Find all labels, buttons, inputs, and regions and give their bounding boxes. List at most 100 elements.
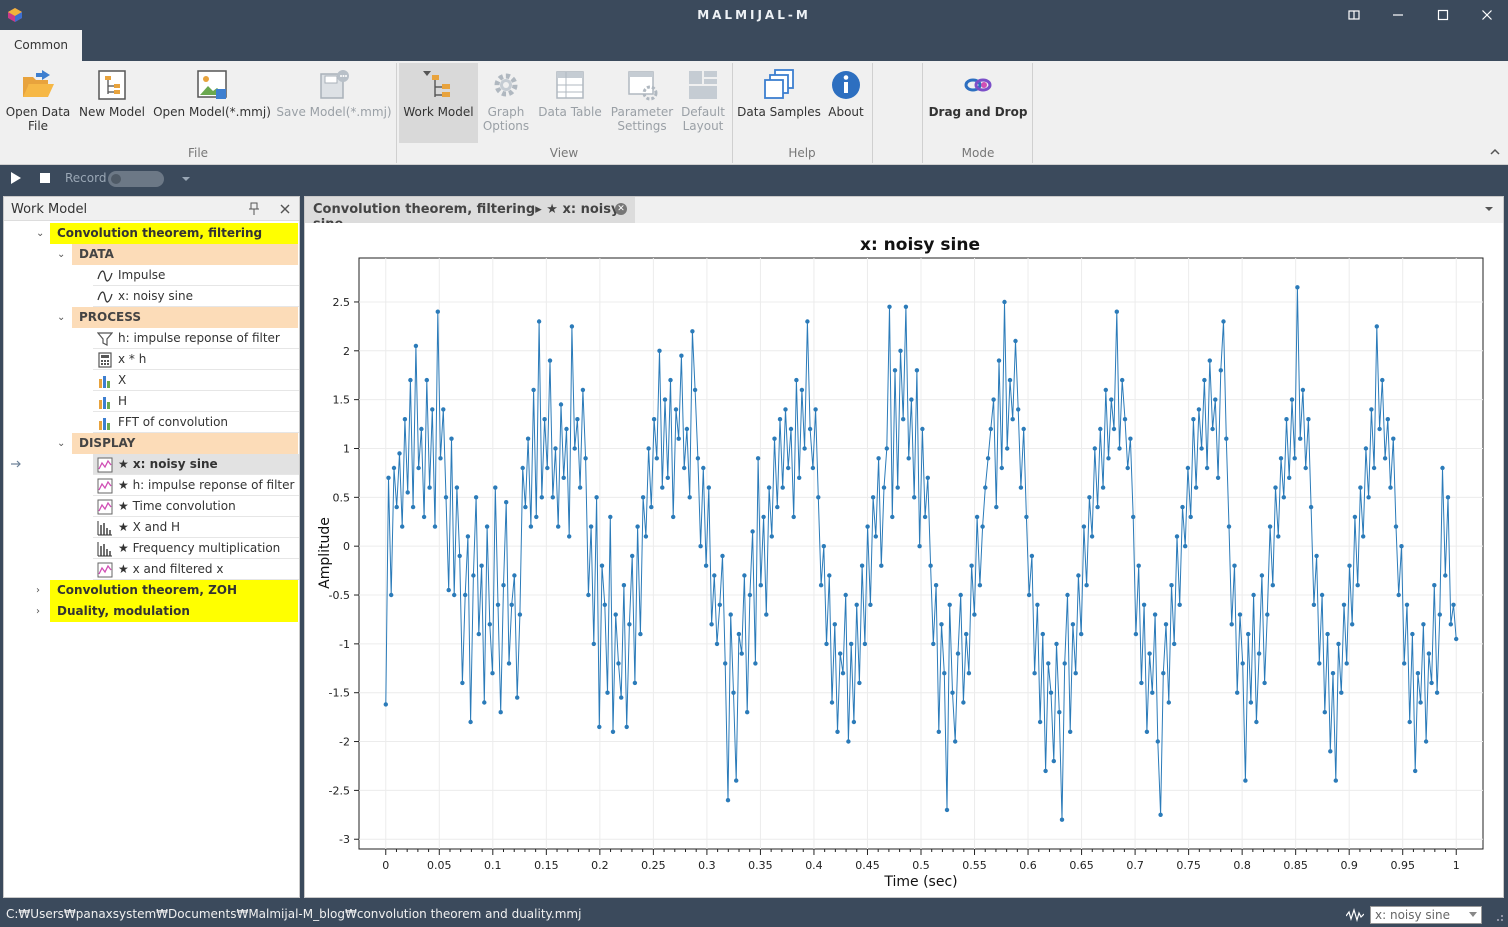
close-icon[interactable] — [1476, 5, 1498, 25]
default-layout-button[interactable]: Default Layout — [678, 63, 728, 143]
minimize-icon[interactable] — [1387, 5, 1409, 25]
data-point — [1276, 534, 1281, 539]
close-panel-icon[interactable] — [279, 203, 291, 215]
tree-item-display-x-and-h[interactable]: ★ X and H — [93, 517, 299, 538]
collapse-ribbon-icon[interactable] — [1488, 145, 1502, 159]
data-point — [1111, 426, 1117, 432]
tree-item-display-noisy-sine[interactable]: ★ x: noisy sine — [93, 454, 299, 475]
open-model-button[interactable]: Open Model(*.mmj) — [152, 63, 272, 143]
chevron-right-icon[interactable]: › — [36, 580, 40, 601]
tree-item-label: ★ Time convolution — [118, 499, 236, 513]
tree-item-display-time-convolution[interactable]: ★ Time convolution — [93, 496, 299, 517]
data-point — [460, 680, 465, 686]
tree-item-label: ★ X and H — [118, 520, 181, 534]
tree-project-row[interactable]: › Duality, modulation — [4, 601, 299, 622]
x-tick-label: 0.45 — [855, 859, 880, 872]
data-point — [446, 587, 451, 593]
data-point — [424, 377, 429, 383]
data-point — [432, 524, 438, 529]
graph-options-button[interactable]: Graph Options — [480, 63, 532, 143]
x-tick-label: 1 — [1453, 859, 1460, 872]
parameter-settings-button[interactable]: Parameter Settings — [608, 63, 676, 143]
ribbon-group-view: View — [549, 146, 579, 160]
tree-item-display-impulse-response[interactable]: ★ h: impulse reponse of filter — [93, 475, 299, 496]
record-dropdown-icon[interactable] — [180, 173, 192, 185]
data-table-button[interactable]: Data Table — [536, 63, 604, 143]
chart[interactable]: x: noisy sine -3 -2.5 -2 -1.5 -1 -0.5 0 0.5 1 1.5… — [305, 223, 1503, 897]
data-point — [909, 397, 914, 402]
document-tab[interactable]: Convolution theorem, filtering▸ ★ x: noi… — [305, 197, 635, 232]
data-point — [452, 592, 457, 598]
data-point — [1289, 397, 1295, 402]
record-toggle[interactable] — [108, 171, 164, 187]
data-point — [588, 524, 594, 529]
maximize-icon[interactable] — [1432, 5, 1454, 25]
data-point — [427, 485, 432, 490]
data-point — [627, 622, 632, 627]
tree-item-X[interactable]: X — [93, 370, 299, 391]
data-point — [1432, 583, 1437, 588]
x-tick-label: 0.1 — [484, 859, 502, 872]
data-point — [1246, 631, 1251, 637]
data-point — [835, 729, 840, 734]
work-model-button[interactable]: Work Model — [399, 63, 478, 143]
data-samples-button[interactable]: Data Samples — [736, 63, 822, 143]
about-button[interactable]: About — [824, 63, 868, 143]
tree-item-H[interactable]: H — [93, 391, 299, 412]
data-point — [799, 387, 805, 393]
tree-section-process[interactable]: ⌄ PROCESS — [4, 307, 299, 328]
data-point — [1308, 504, 1314, 510]
pin-icon[interactable] — [248, 202, 260, 216]
tree-item-display-x-and-filtered-x[interactable]: ★ x and filtered x — [93, 559, 299, 580]
tree-project-row[interactable]: ⌄ Convolution theorem, filtering — [4, 223, 299, 244]
data-point — [1445, 495, 1451, 500]
drag-and-drop-button[interactable]: Drag and Drop — [926, 63, 1030, 143]
chevron-down-icon[interactable]: ⌄ — [36, 223, 44, 244]
data-point — [591, 641, 596, 647]
x-tick-label: 0 — [382, 859, 389, 872]
tree-item-noisy-sine[interactable]: x: noisy sine — [93, 286, 299, 307]
data-point — [575, 417, 580, 422]
stop-icon[interactable] — [39, 172, 51, 184]
tree-item-display-frequency-multiplication[interactable]: ★ Frequency multiplication — [93, 538, 299, 559]
data-point — [901, 417, 906, 422]
data-point — [725, 798, 731, 803]
chevron-down-icon[interactable]: ⌄ — [57, 244, 65, 265]
tab-list-dropdown-icon[interactable] — [1483, 203, 1495, 215]
chevron-down-icon[interactable] — [1469, 912, 1477, 918]
filter-icon — [97, 332, 113, 346]
data-point — [465, 534, 471, 539]
data-point — [766, 485, 772, 490]
plot-selector[interactable]: x: noisy sine — [1370, 906, 1482, 924]
tree-item-convolution[interactable]: x * h — [93, 349, 299, 370]
play-icon[interactable] — [9, 171, 23, 185]
data-point — [1092, 446, 1097, 451]
tree-project-label: Convolution theorem, filtering — [50, 223, 298, 244]
tree-section-display[interactable]: ⌄ DISPLAY — [4, 433, 299, 454]
chevron-down-icon[interactable]: ⌄ — [57, 307, 65, 328]
data-point — [1059, 817, 1065, 822]
ribbon-group-mode: Mode — [961, 146, 995, 160]
tree-item-label: h: impulse reponse of filter — [118, 331, 280, 345]
tree-item-impulse-response[interactable]: h: impulse reponse of filter — [93, 328, 299, 349]
new-model-button[interactable]: New Model — [78, 63, 146, 143]
tab-common[interactable]: Common — [0, 30, 82, 61]
chevron-down-icon[interactable]: ⌄ — [57, 433, 65, 454]
data-point — [1322, 710, 1327, 715]
data-point — [668, 377, 673, 383]
work-model-label: Work Model — [403, 105, 474, 119]
close-tab-icon[interactable]: ✕ — [615, 203, 627, 215]
data-point — [597, 724, 602, 730]
chevron-right-icon[interactable]: › — [36, 601, 40, 622]
tree-project-row[interactable]: › Convolution theorem, ZOH — [4, 580, 299, 601]
save-model-button[interactable]: Save Model(*.mmj) — [276, 63, 392, 143]
tree-section-data[interactable]: ⌄ DATA — [4, 244, 299, 265]
data-point — [1248, 700, 1254, 705]
open-data-file-button[interactable]: Open Data File — [4, 63, 72, 143]
restore-icon[interactable] — [1343, 5, 1365, 25]
resize-grip-icon[interactable] — [1492, 910, 1504, 922]
graph-options-label-2: Options — [482, 119, 530, 133]
tree-item-impulse[interactable]: Impulse — [93, 265, 299, 286]
tree-item-fft[interactable]: FFT of convolution — [93, 412, 299, 433]
y-tick-label: 2 — [343, 345, 350, 358]
